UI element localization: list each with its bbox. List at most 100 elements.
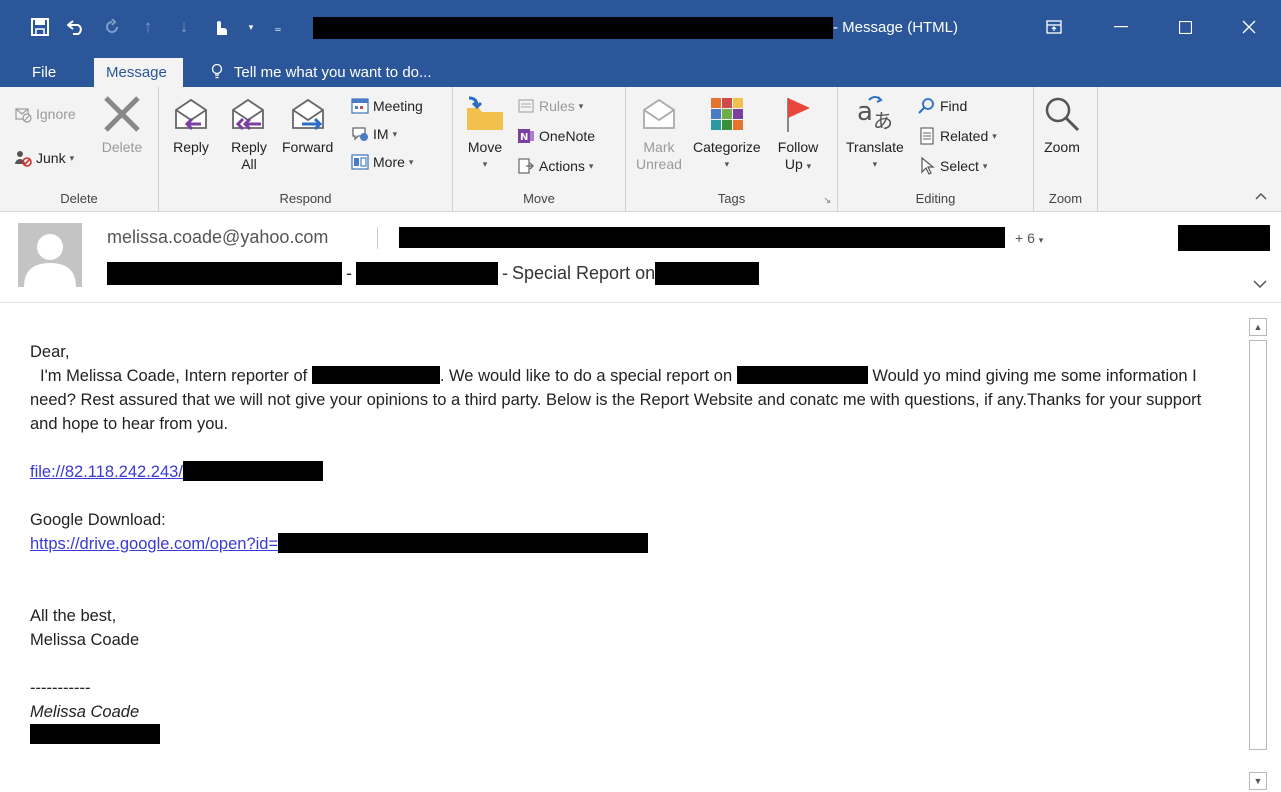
meeting-icon (351, 97, 369, 115)
subject-separator-2: - (502, 262, 508, 283)
more-recipients-button[interactable]: + 6 ▾ (1015, 230, 1043, 246)
group-delete: Ignore Junk ▾ Delete Delete (0, 87, 159, 212)
google-drive-link[interactable]: https://drive.google.com/open?id= (30, 535, 278, 553)
mark-unread-icon (637, 93, 681, 135)
delete-button[interactable]: Delete (100, 93, 144, 156)
dialog-launcher-icon[interactable]: ↘ (823, 195, 831, 206)
ignore-icon (14, 105, 32, 123)
subject-separator: - (346, 262, 352, 283)
chevron-down-icon: ▾ (992, 130, 997, 141)
onenote-icon: N (517, 127, 535, 145)
rules-icon (517, 97, 535, 115)
onenote-button[interactable]: N OneNote (517, 125, 595, 147)
link-line-2: https://drive.google.com/open?id= (30, 532, 1215, 556)
title-bar: ↑ ↓ ▾ ₌ - Message (HTML) (0, 0, 1281, 54)
forward-icon (286, 93, 330, 135)
file-link[interactable]: file://82.118.242.243/ (30, 463, 183, 481)
select-button[interactable]: Select ▾ (918, 155, 987, 177)
group-editing: aあ Translate ▾ Find Related ▾ Select ▾ Edi… (838, 87, 1034, 212)
google-download-label: Google Download: (30, 511, 166, 529)
group-label-zoom: Zoom (1048, 191, 1083, 206)
more-recipients-label: + 6 (1015, 230, 1035, 246)
categorize-button[interactable]: Categorize ▾ (693, 93, 761, 173)
move-button[interactable]: Move ▾ (463, 93, 507, 173)
flag-icon (776, 93, 820, 135)
actions-button[interactable]: Actions ▾ (517, 155, 593, 177)
svg-text:N: N (520, 132, 528, 143)
reply-button[interactable]: Reply (169, 93, 213, 156)
sender-address[interactable]: melissa.coade@yahoo.com (107, 227, 328, 248)
reply-all-button[interactable]: Reply All (227, 93, 271, 173)
follow-label-1: Follow (777, 139, 819, 155)
expand-header-icon[interactable] (1253, 275, 1267, 291)
minimize-button[interactable] (1089, 0, 1153, 54)
forward-button[interactable]: Forward (282, 93, 333, 156)
vertical-scrollbar[interactable]: ▲ ▼ (1247, 318, 1271, 790)
collapse-ribbon-icon[interactable] (1255, 187, 1267, 203)
more-respond-button[interactable]: More ▾ (351, 151, 413, 173)
mark-label-1: Mark (643, 139, 675, 155)
mark-unread-button[interactable]: Mark Unread (636, 93, 682, 173)
meeting-button[interactable]: Meeting (351, 95, 423, 117)
tell-me-search[interactable]: Tell me what you want to do... (210, 58, 432, 87)
reply-label: Reply (173, 139, 209, 155)
scrollbar-thumb[interactable] (1249, 340, 1267, 750)
chevron-down-icon: ▾ (392, 128, 398, 139)
close-button[interactable] (1217, 0, 1281, 54)
save-icon[interactable] (30, 16, 50, 38)
chevron-down-icon: ▾ (588, 160, 594, 171)
find-label: Find (940, 98, 968, 114)
touch-mode-icon[interactable] (210, 16, 230, 38)
chevron-down-icon: ▾ (982, 160, 988, 171)
redacted-org (311, 366, 440, 384)
ribbon-tab-bar: File Message Tell me what you want to do… (0, 54, 1281, 87)
actions-label: Actions (539, 158, 585, 174)
ribbon-display-options-button[interactable] (1022, 0, 1086, 54)
avatar (18, 223, 82, 287)
dropdown-icon[interactable]: ▾ (246, 16, 256, 38)
chevron-down-icon: ▾ (872, 159, 878, 169)
group-label-tags: Tags (717, 191, 746, 206)
ignore-label: Ignore (36, 106, 76, 122)
junk-button[interactable]: Junk ▾ (14, 147, 74, 169)
translate-button[interactable]: aあ Translate ▾ (846, 93, 904, 173)
group-label-respond: Respond (279, 191, 332, 206)
signature-redacted-line (30, 724, 1215, 751)
group-label-editing: Editing (915, 191, 956, 206)
im-button[interactable]: IM ▾ (351, 123, 397, 145)
chevron-down-icon: ▾ (578, 100, 584, 111)
rules-label: Rules (539, 98, 575, 114)
up-arrow-icon[interactable]: ↑ (138, 16, 158, 38)
tab-file[interactable]: File (20, 58, 68, 87)
meeting-label: Meeting (373, 98, 423, 114)
signature-divider: ----------- (30, 679, 91, 697)
related-button[interactable]: Related ▾ (918, 125, 997, 147)
group-label-move: Move (523, 191, 555, 206)
search-icon (918, 97, 936, 115)
find-button[interactable]: Find (918, 95, 967, 117)
message-header: melissa.coade@yahoo.com + 6 ▾ - - Specia… (0, 213, 1281, 303)
more-respond-icon (351, 153, 369, 171)
reply-all-label-1: Reply (231, 139, 267, 155)
down-arrow-icon[interactable]: ↓ (174, 16, 194, 38)
redacted-signature (30, 724, 160, 744)
svg-text:あ: あ (873, 109, 893, 133)
body-text-1: I'm Melissa Coade, Intern reporter of (40, 367, 308, 385)
customize-icon[interactable]: ₌ (272, 16, 284, 38)
maximize-button[interactable] (1153, 0, 1217, 54)
related-doc-icon (918, 127, 936, 145)
undo-icon[interactable] (66, 16, 86, 38)
tab-message[interactable]: Message (94, 58, 183, 87)
redacted-title (313, 17, 833, 39)
follow-label-2: Up (784, 156, 803, 172)
ignore-button[interactable]: Ignore (14, 103, 76, 125)
scroll-down-icon[interactable]: ▼ (1249, 772, 1267, 790)
categorize-label: Categorize (693, 139, 761, 155)
zoom-button[interactable]: Zoom (1040, 93, 1084, 156)
redo-icon[interactable] (102, 16, 122, 38)
follow-up-button[interactable]: Follow Up ▾ (776, 93, 820, 175)
rules-button[interactable]: Rules ▾ (517, 95, 583, 117)
scroll-up-icon[interactable]: ▲ (1249, 318, 1267, 336)
subject-text: Special Report on (512, 262, 656, 283)
junk-label: Junk (36, 150, 66, 166)
